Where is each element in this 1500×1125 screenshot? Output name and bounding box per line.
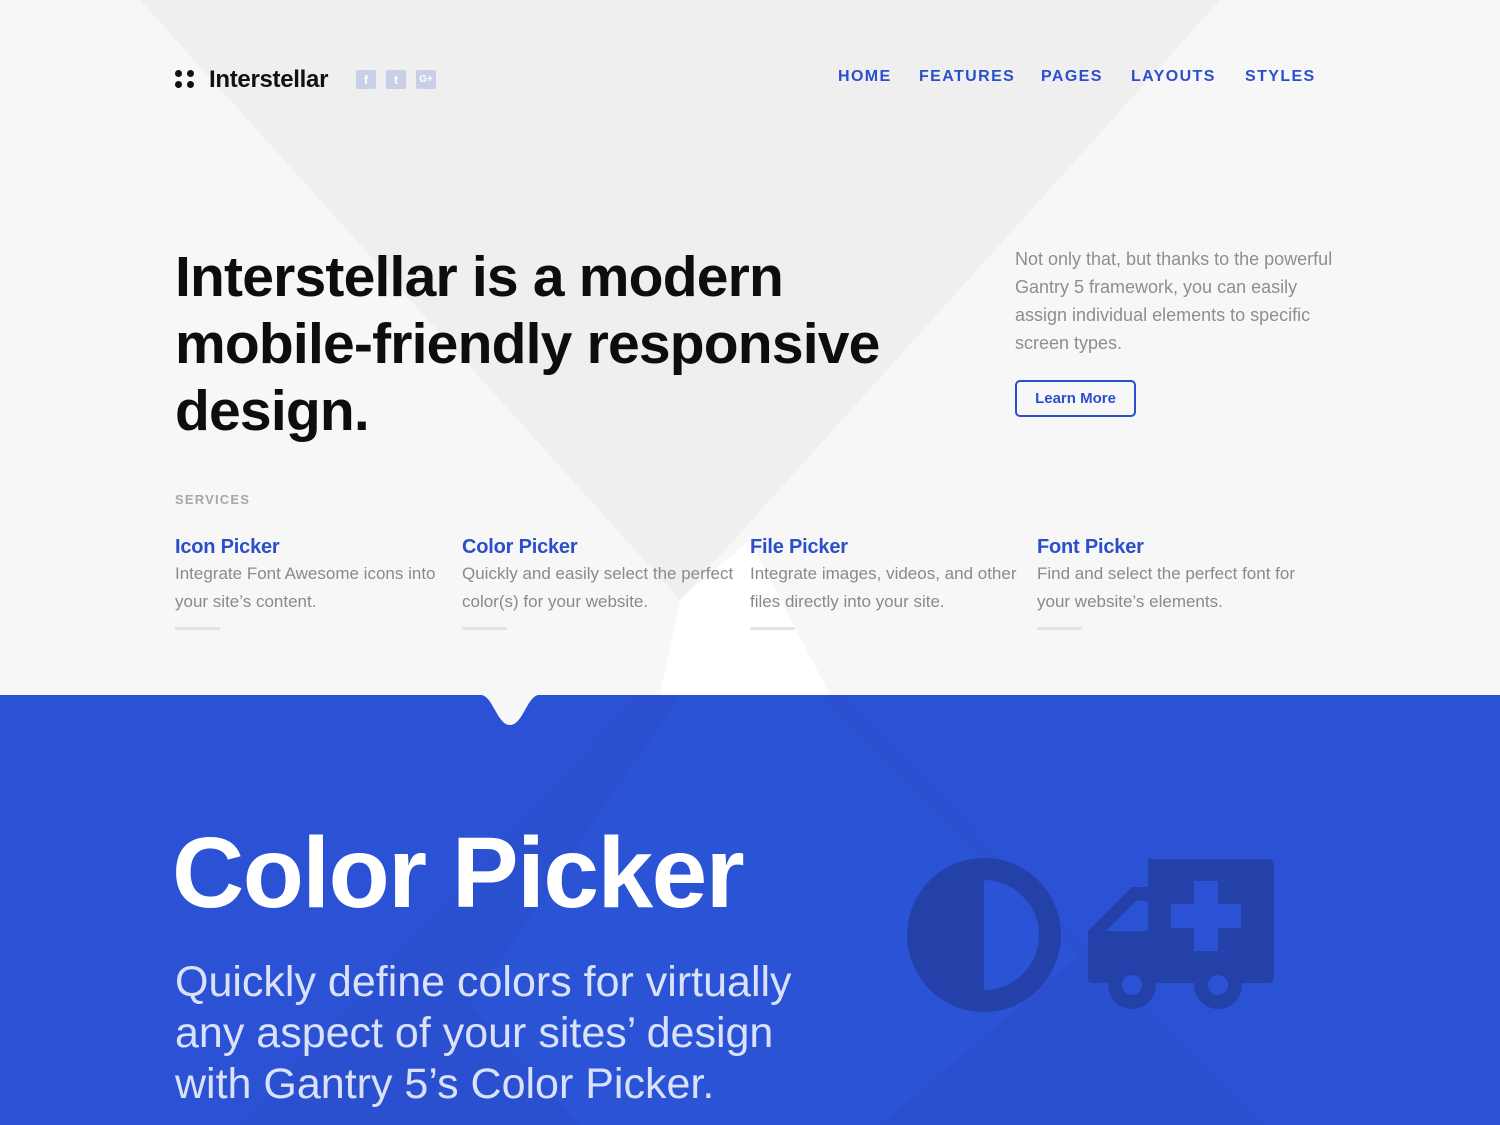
service-title[interactable]: Color Picker xyxy=(462,534,742,560)
service-divider xyxy=(1037,627,1082,630)
service-title[interactable]: File Picker xyxy=(750,534,1030,560)
nav-pages[interactable]: PAGES xyxy=(1041,68,1103,86)
hero-headline: Interstellar is a modern mobile-friendly… xyxy=(175,245,880,443)
feature-title: Color Picker xyxy=(172,817,745,929)
service-divider xyxy=(175,627,220,630)
service-description: Quickly and easily select the perfect co… xyxy=(462,564,734,611)
ambulance-icon xyxy=(1088,859,1274,1009)
nav-home[interactable]: HOME xyxy=(838,68,892,86)
service-item: Font Picker Find and select the perfect … xyxy=(1037,534,1317,630)
service-item: Icon Picker Integrate Font Awesome icons… xyxy=(175,534,455,630)
service-title[interactable]: Icon Picker xyxy=(175,534,455,560)
brand-logo[interactable]: Interstellar xyxy=(175,66,328,94)
twitter-icon[interactable]: t xyxy=(386,70,406,89)
services-label: SERVICES xyxy=(175,492,251,507)
service-item: Color Picker Quickly and easily select t… xyxy=(462,534,742,630)
service-description: Find and select the perfect font for you… xyxy=(1037,564,1295,611)
feature-description: Quickly define colors for virtually any … xyxy=(175,958,792,1108)
nav-features[interactable]: FEATURES xyxy=(919,68,1015,86)
service-title[interactable]: Font Picker xyxy=(1037,534,1317,560)
service-description: Integrate images, videos, and other file… xyxy=(750,564,1017,611)
adjust-icon xyxy=(907,858,1061,1012)
social-links: f t G+ xyxy=(356,70,436,89)
logo-dots-icon xyxy=(175,69,197,91)
hero-intro: Not only that, but thanks to the powerfu… xyxy=(1015,249,1333,353)
brand-name: Interstellar xyxy=(209,66,329,93)
nav-styles[interactable]: STYLES xyxy=(1245,68,1316,86)
section-notch xyxy=(475,694,545,725)
learn-more-button[interactable]: Learn More xyxy=(1015,380,1136,417)
hero-section: Interstellar f t G+ HOME FEATURES PAGES … xyxy=(0,0,1500,695)
facebook-icon[interactable]: f xyxy=(356,70,376,89)
nav-layouts[interactable]: LAYOUTS xyxy=(1131,68,1216,86)
feature-section: Color Picker Quickly define colors for v… xyxy=(0,695,1500,1125)
service-divider xyxy=(462,627,507,630)
service-divider xyxy=(750,627,795,630)
service-item: File Picker Integrate images, videos, an… xyxy=(750,534,1030,630)
google-plus-icon[interactable]: G+ xyxy=(416,70,436,89)
service-description: Integrate Font Awesome icons into your s… xyxy=(175,564,436,611)
